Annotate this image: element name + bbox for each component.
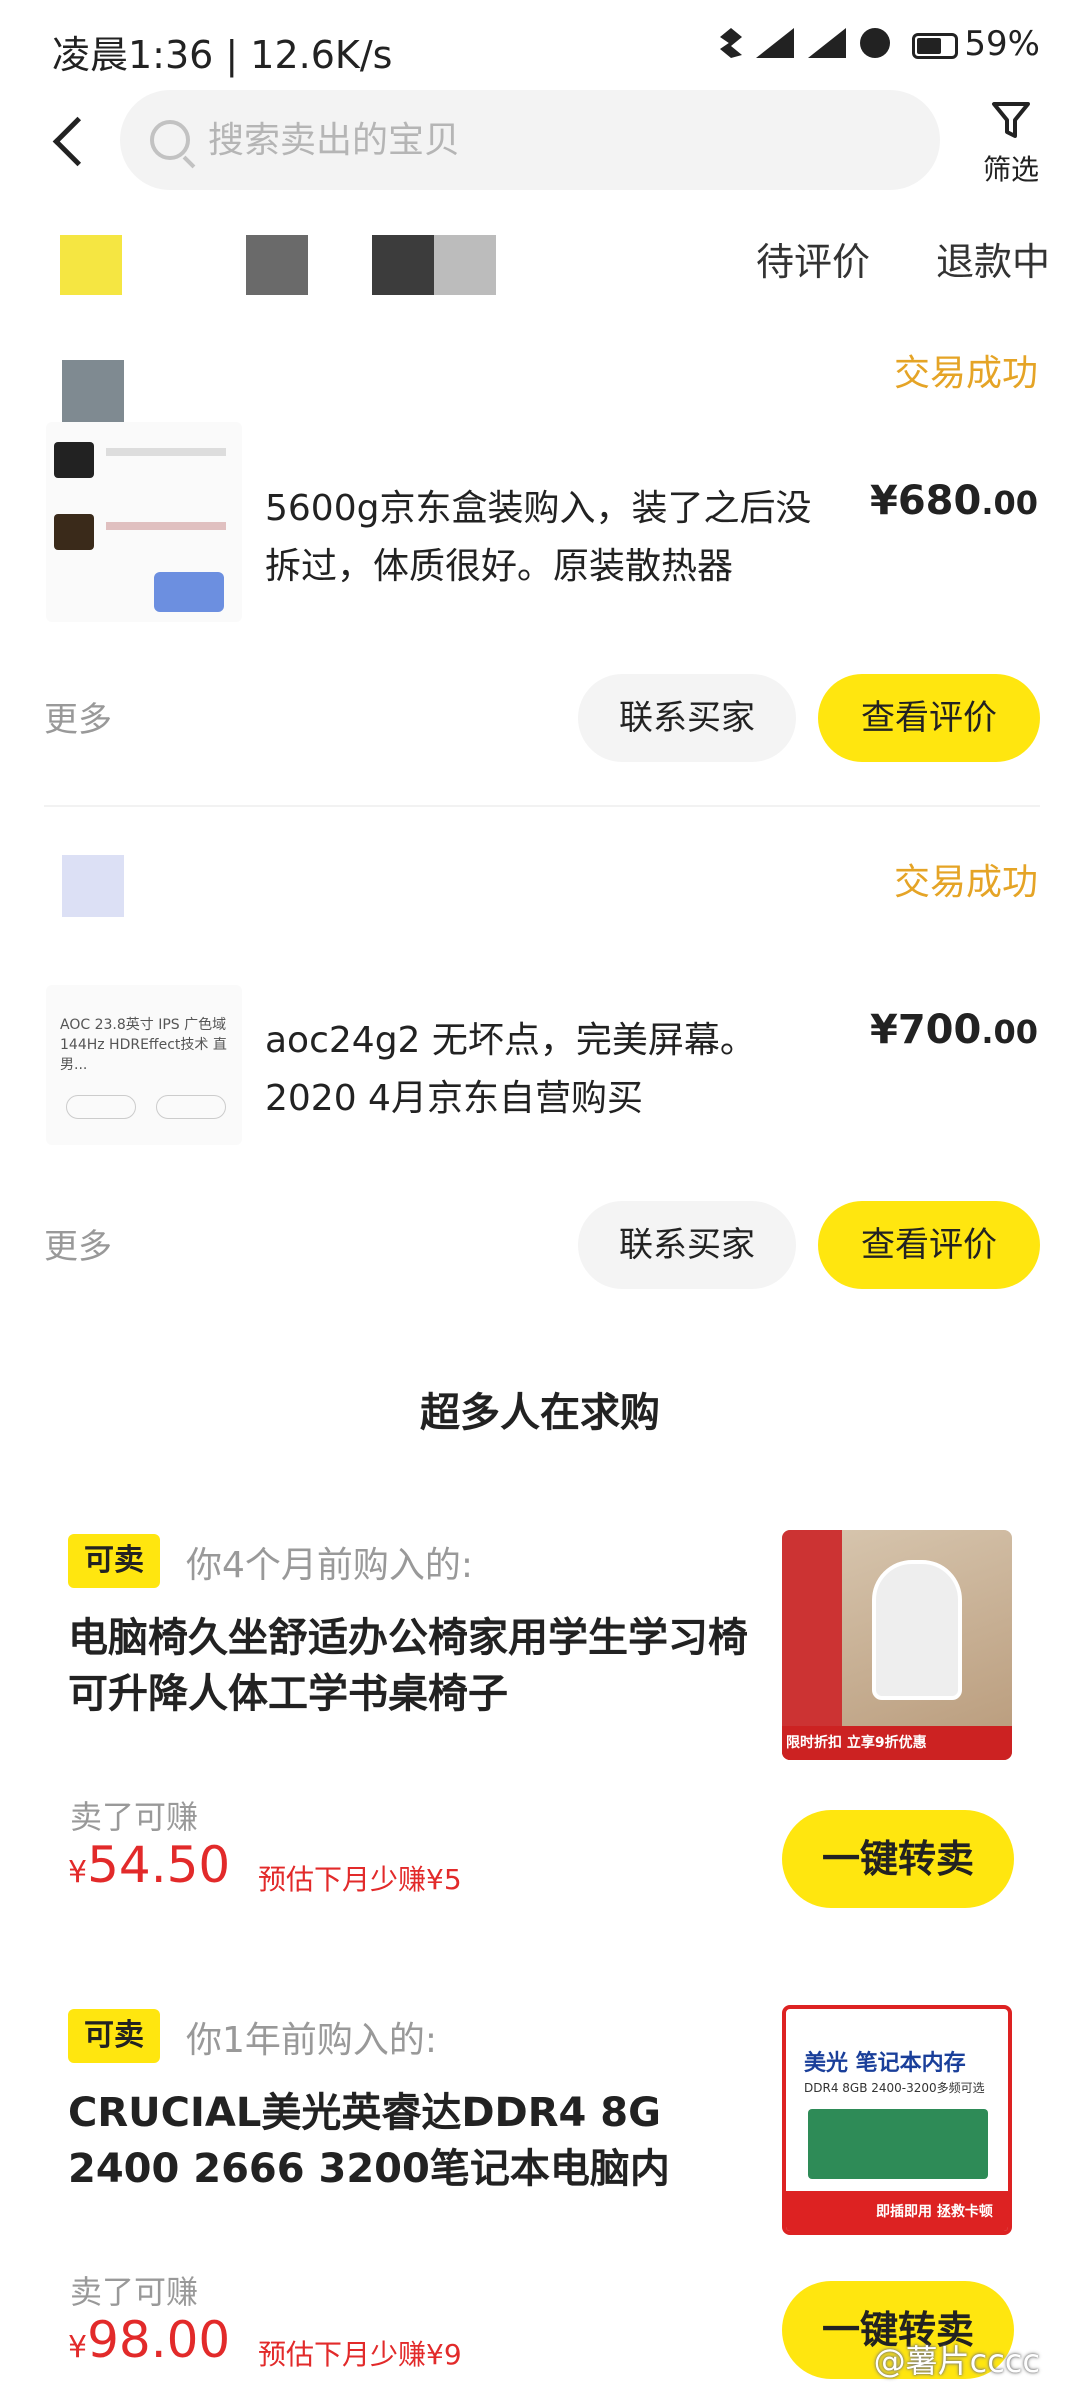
- status-bar: 凌晨1:36 | 12.6K/s 59%: [0, 0, 1080, 90]
- order-price: ¥680.00: [869, 478, 1038, 524]
- product-image: 美光 笔记本内存 DDR4 8GB 2400-3200多频可选 即插即用 拯救卡…: [782, 2005, 1012, 2235]
- tab-blurred-2[interactable]: [372, 235, 434, 295]
- image-footer: 即插即用 拯救卡顿: [876, 2204, 993, 2220]
- tab-blurred-1[interactable]: [246, 235, 308, 295]
- order-tabs: 待评价 退款中: [0, 225, 1080, 305]
- resell-button[interactable]: 一键转卖: [782, 1810, 1014, 1908]
- battery-percent: 59%: [964, 24, 1040, 64]
- earn-amount: ¥54.50: [68, 1836, 231, 1894]
- section-title: 超多人在求购: [0, 1380, 1080, 1438]
- filter-icon: [992, 102, 1030, 138]
- battery-icon: [912, 32, 959, 59]
- order-card[interactable]: 交易成功 AOC 23.8英寸 IPS 广色域 144Hz HDREffect技…: [0, 855, 1080, 1315]
- buyer-avatar: [62, 855, 124, 917]
- view-review-button[interactable]: 查看评价: [818, 1201, 1040, 1289]
- image-title: 美光 笔记本内存: [804, 2051, 966, 2076]
- order-card[interactable]: 交易成功 5600g京东盒装购入，装了之后没拆过，体质很好。原装散热器 ¥680…: [0, 330, 1080, 790]
- order-description: 5600g京东盒装购入，装了之后没拆过，体质很好。原装散热器: [265, 488, 812, 587]
- status-time: 凌晨1:36 | 12.6K/s: [52, 33, 393, 77]
- product-title: CRUCIAL美光英睿达DDR4 8G 2400 2666 3200笔记本电脑内: [68, 2090, 670, 2192]
- image-caption: 限时折扣 立享9折优惠: [786, 1735, 927, 1751]
- filter-label: 筛选: [982, 153, 1039, 186]
- order-status: 交易成功: [893, 862, 1038, 903]
- contact-buyer-button[interactable]: 联系买家: [578, 1201, 796, 1289]
- tab-pending-review[interactable]: 待评价: [756, 231, 870, 286]
- order-description: aoc24g2 无坏点，完美屏幕。2020 4月京东自营购买: [265, 1020, 756, 1119]
- more-link[interactable]: 更多: [44, 692, 112, 741]
- signal-icon: [756, 28, 794, 58]
- tab-refunding[interactable]: 退款中: [936, 231, 1050, 286]
- earn-label: 卖了可赚: [70, 2273, 199, 2311]
- signal-icon-2: [808, 28, 846, 58]
- signal-icons: [720, 28, 890, 58]
- recommendation-card[interactable]: 可卖 你4个月前购入的: 电脑椅久坐舒适办公椅家用学生学习椅可升降人体工学书桌椅…: [0, 1530, 1080, 1950]
- thumbnail-text: AOC 23.8英寸 IPS 广色域 144Hz HDREffect技术 直男.…: [60, 1017, 227, 1073]
- product-title: 电脑椅久坐舒适办公椅家用学生学习椅可升降人体工学书桌椅子: [68, 1615, 748, 1717]
- watermark: @薯片cccc: [873, 2342, 1040, 2380]
- image-subtitle: DDR4 8GB 2400-3200多频可选: [804, 2081, 985, 2095]
- wifi-icon: [860, 28, 890, 58]
- view-review-button[interactable]: 查看评价: [818, 674, 1040, 762]
- purchase-time: 你1年前购入的:: [186, 2020, 438, 2061]
- earn-amount: ¥98.00: [68, 2311, 231, 2369]
- battery-indicator: 59%: [912, 24, 1040, 64]
- earn-label: 卖了可赚: [70, 1798, 199, 1836]
- earn-estimate: 预估下月少赚¥9: [258, 2338, 462, 2371]
- product-image: 限时折扣 立享9折优惠: [782, 1530, 1012, 1760]
- search-bar[interactable]: [120, 90, 940, 190]
- back-button[interactable]: [46, 108, 96, 178]
- contact-buyer-button[interactable]: 联系买家: [578, 674, 796, 762]
- search-icon: [150, 120, 190, 160]
- earn-estimate: 预估下月少赚¥5: [258, 1863, 462, 1896]
- top-bar: 筛选: [0, 90, 1080, 200]
- divider: [44, 805, 1040, 807]
- search-input[interactable]: [208, 119, 808, 161]
- filter-button[interactable]: 筛选: [966, 96, 1056, 188]
- tab-blurred-3[interactable]: [434, 235, 496, 295]
- order-status: 交易成功: [893, 353, 1038, 394]
- buyer-avatar: [62, 360, 124, 422]
- sellable-tag: 可卖: [68, 2009, 160, 2063]
- sellable-tag: 可卖: [68, 1534, 160, 1588]
- order-price: ¥700.00: [869, 1007, 1038, 1053]
- order-thumbnail: AOC 23.8英寸 IPS 广色域 144Hz HDREffect技术 直男.…: [46, 985, 242, 1145]
- bluetooth-icon: [720, 28, 742, 58]
- purchase-time: 你4个月前购入的:: [186, 1545, 474, 1586]
- order-thumbnail: [46, 422, 242, 622]
- more-link[interactable]: 更多: [44, 1219, 112, 1268]
- tab-all[interactable]: [60, 235, 122, 295]
